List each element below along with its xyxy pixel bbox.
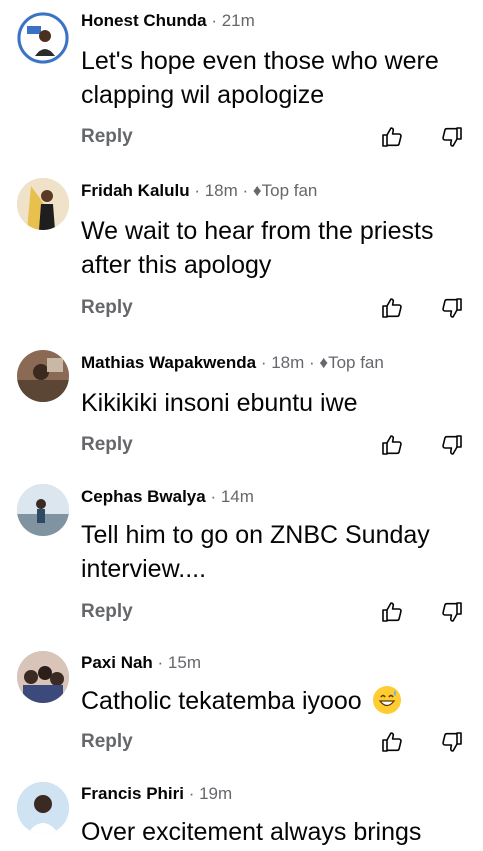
reply-button[interactable]: Reply — [81, 126, 133, 148]
thumbs-up-icon[interactable] — [380, 600, 404, 624]
timestamp: · 18m · — [256, 353, 320, 372]
avatar[interactable] — [17, 484, 69, 536]
diamond-badge-icon: ♦ — [319, 353, 329, 372]
comment-text: Let's hope even those who were clapping … — [81, 47, 439, 109]
comment-header: Fridah Kalulu · 18m · ♦Top fan — [81, 181, 317, 201]
author-name[interactable]: Cephas Bwalya — [81, 487, 206, 506]
comment-header: Cephas Bwalya · 14m — [81, 487, 254, 507]
top-fan-badge: Top fan — [261, 181, 318, 200]
comment-text: Kikikiki insoni ebuntu iwe — [81, 389, 358, 417]
thumbs-up-icon[interactable] — [380, 125, 404, 149]
thumbs-down-icon[interactable] — [440, 125, 464, 149]
grinning-sweat-emoji-icon — [372, 686, 401, 714]
comment-header: Mathias Wapakwenda · 18m · ♦Top fan — [81, 353, 384, 373]
author-name[interactable]: Fridah Kalulu — [81, 181, 190, 200]
top-fan-badge: Top fan — [328, 353, 384, 372]
comment-text-content: Catholic tekatemba iyooo — [81, 687, 362, 715]
comment-text: We wait to hear from the priests after t… — [81, 217, 434, 279]
author-name[interactable]: Francis Phiri — [81, 784, 184, 803]
reply-button[interactable]: Reply — [81, 434, 133, 456]
timestamp: · 21m — [206, 11, 255, 30]
avatar[interactable] — [17, 782, 69, 834]
comment-text: Tell him to go on ZNBC Sunday interview.… — [81, 521, 430, 583]
author-name[interactable]: Paxi Nah — [81, 653, 153, 672]
thumbs-down-icon[interactable] — [440, 433, 464, 457]
thumbs-down-icon[interactable] — [440, 600, 464, 624]
reply-button[interactable]: Reply — [81, 731, 133, 753]
author-name[interactable]: Mathias Wapakwenda — [81, 353, 256, 372]
timestamp: · 15m — [152, 653, 201, 672]
comment-header: Honest Chunda · 21m — [81, 11, 255, 31]
thumbs-up-icon[interactable] — [380, 296, 404, 320]
comment-text: Catholic tekatemba iyooo — [81, 684, 473, 718]
thumbs-up-icon[interactable] — [380, 433, 404, 457]
thumbs-down-icon[interactable] — [440, 730, 464, 754]
avatar[interactable] — [17, 350, 69, 402]
comment-header: Paxi Nah · 15m — [81, 653, 201, 673]
avatar[interactable] — [17, 12, 69, 64]
timestamp: · 19m — [183, 784, 233, 803]
thumbs-down-icon[interactable] — [440, 296, 464, 320]
reply-button[interactable]: Reply — [81, 601, 133, 623]
reply-button[interactable]: Reply — [81, 297, 133, 319]
timestamp: · 14m — [205, 487, 254, 506]
diamond-badge-icon: ♦ — [252, 181, 262, 200]
thumbs-up-icon[interactable] — [380, 730, 404, 754]
comment-header: Francis Phiri · 19m — [81, 784, 232, 804]
comment-text: Over excitement always brings — [81, 818, 422, 846]
avatar[interactable] — [17, 651, 69, 703]
author-name[interactable]: Honest Chunda — [81, 11, 207, 30]
timestamp: · 18m · — [189, 181, 253, 200]
avatar[interactable] — [17, 178, 69, 230]
